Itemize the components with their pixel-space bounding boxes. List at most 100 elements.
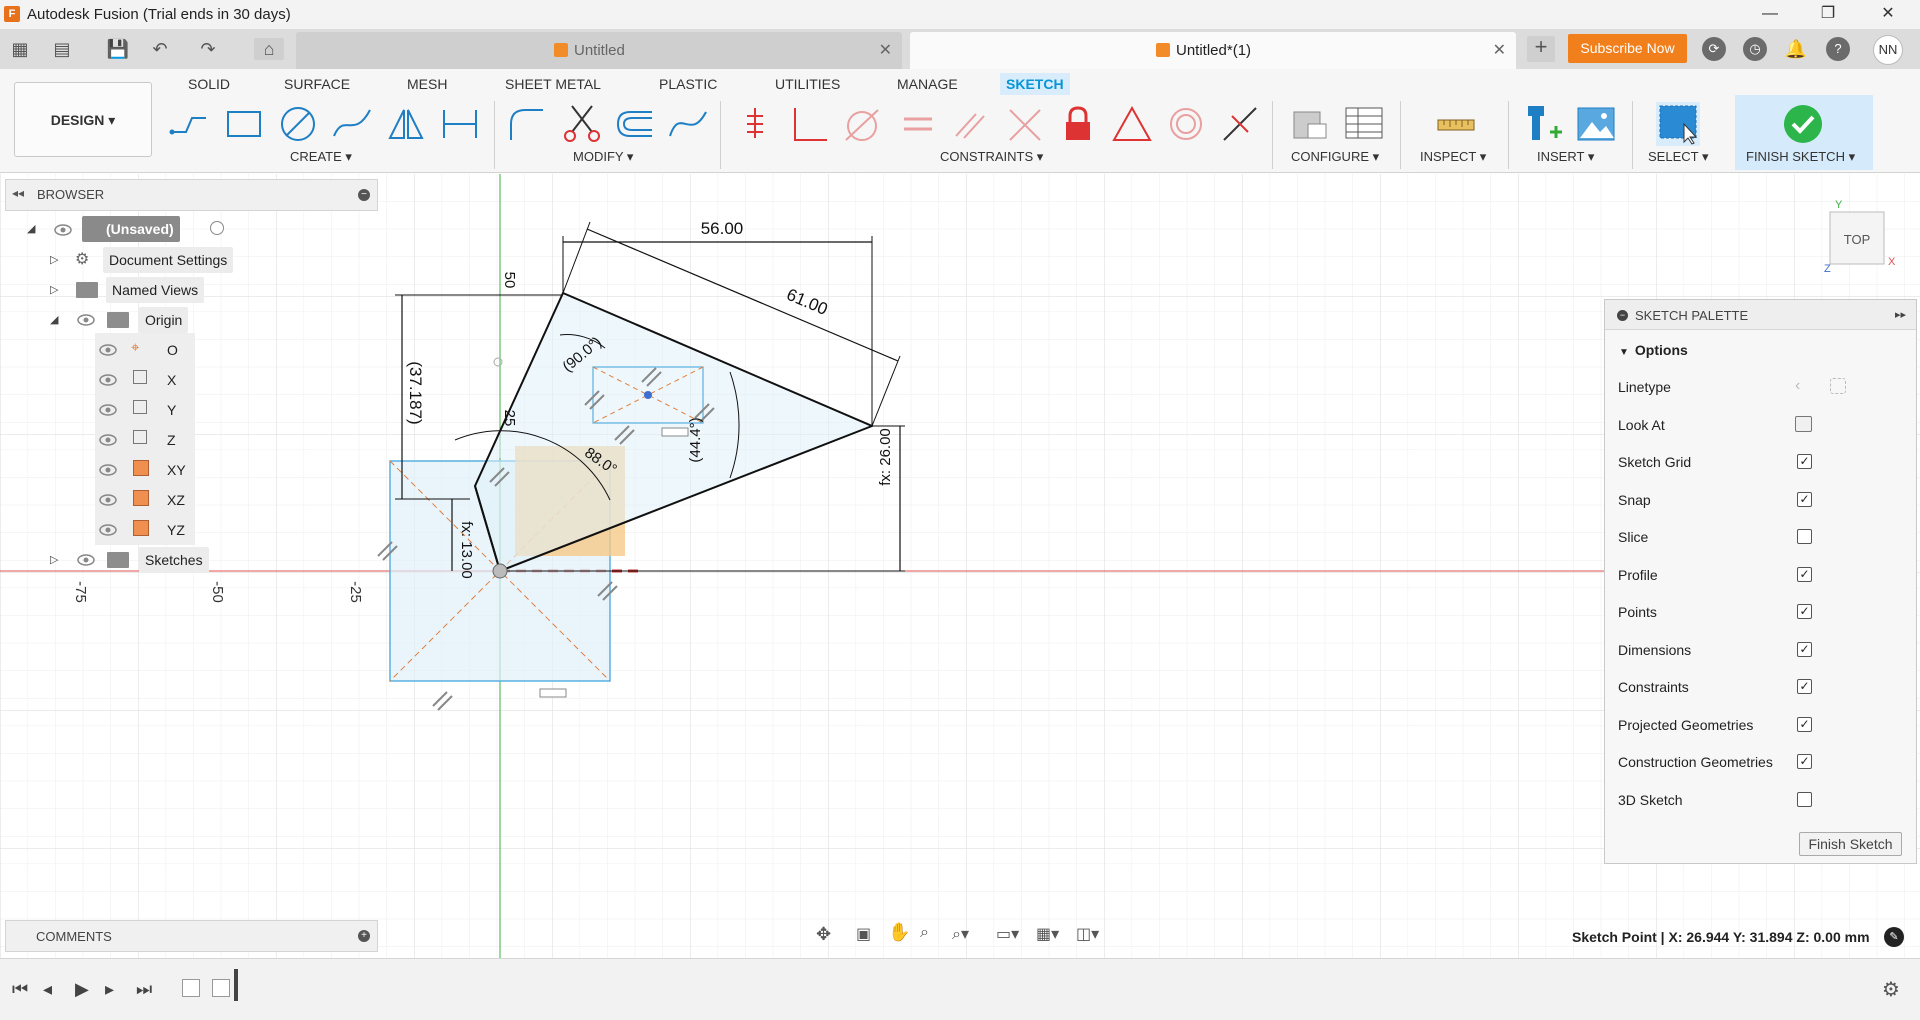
dim-56[interactable]: 56.00 [701, 219, 744, 238]
dim-37-187[interactable]: (37.187) [406, 361, 425, 424]
visibility-eye-icon[interactable] [77, 314, 95, 326]
workspace-switcher[interactable]: DESIGN ▾ [14, 82, 152, 157]
timeline-marker[interactable] [234, 969, 238, 1001]
spline-tool-icon[interactable] [330, 102, 374, 146]
measure-tool-icon[interactable] [1434, 102, 1478, 146]
radio-active-icon[interactable] [210, 221, 224, 235]
app-grid-icon[interactable]: ▦ [8, 38, 32, 60]
dim-fx-13[interactable]: fx: 13.00 [458, 521, 475, 579]
select-tool-icon[interactable] [1656, 102, 1700, 146]
concentric-constraint-icon[interactable] [1164, 102, 1208, 146]
options-section-header[interactable]: ▼ Options [1619, 338, 1909, 362]
step-forward-icon[interactable]: ▸ [105, 979, 114, 1000]
sketch-status-icon[interactable]: ✎ [1884, 927, 1904, 947]
timeline-sketch-feature-icon[interactable] [182, 979, 200, 997]
expand-toggle-icon[interactable]: ▷ [50, 283, 58, 296]
avatar[interactable]: NN [1873, 35, 1903, 65]
centerline-linetype-icon[interactable] [1830, 378, 1846, 394]
collapse-panel-icon[interactable]: ◂◂ [12, 186, 24, 200]
mirror-tool-icon[interactable] [384, 102, 428, 146]
coincident-constraint-icon[interactable] [1002, 102, 1046, 146]
tree-item-document-settings[interactable]: Document Settings [103, 247, 234, 273]
tab-untitled[interactable]: Untitled ✕ [296, 32, 902, 69]
visibility-eye-icon[interactable] [54, 224, 72, 236]
play-icon[interactable]: ▶ [75, 979, 89, 1000]
expand-toggle-icon[interactable]: ▷ [50, 553, 58, 566]
tab-plastic[interactable]: PLASTIC [653, 73, 723, 95]
inspect-group-label[interactable]: INSPECT ▾ [1420, 149, 1486, 165]
close-tab-icon[interactable]: ✕ [1493, 32, 1506, 69]
undo-icon[interactable]: ↶ [148, 38, 172, 60]
insert-group-label[interactable]: INSERT ▾ [1537, 149, 1594, 165]
go-to-end-icon[interactable]: ⏭ [136, 979, 152, 1000]
configure-group-label[interactable]: CONFIGURE ▾ [1291, 149, 1379, 165]
comments-panel[interactable]: COMMENTS + [5, 920, 378, 952]
tree-item-named-views[interactable]: Named Views [106, 277, 205, 303]
symmetry-constraint-icon[interactable] [1110, 102, 1154, 146]
configure-model-icon[interactable] [1288, 102, 1332, 146]
redo-icon[interactable]: ↷ [196, 38, 220, 60]
expand-toggle-icon[interactable]: ▷ [50, 253, 58, 266]
look-at-icon[interactable] [1795, 416, 1812, 432]
visibility-eye-icon[interactable] [77, 554, 95, 566]
expand-toggle-icon[interactable]: ◢ [50, 313, 58, 326]
notifications-icon[interactable]: 🔔 [1784, 37, 1808, 61]
viewports-icon[interactable]: ◫▾ [1076, 924, 1099, 944]
sketch-scale-tool-icon[interactable] [666, 102, 710, 146]
tree-item-origin[interactable]: Origin [139, 307, 189, 333]
trim-tool-icon[interactable] [560, 102, 604, 146]
go-to-start-icon[interactable]: ⏮ [12, 979, 28, 1000]
3d-sketch-checkbox[interactable] [1797, 792, 1812, 807]
minimize-panel-icon[interactable]: − [358, 189, 370, 201]
projected-geometries-checkbox[interactable]: ✓ [1797, 717, 1812, 732]
insert-derive-icon[interactable] [1522, 102, 1566, 146]
job-status-icon[interactable]: ◷ [1743, 37, 1767, 61]
home-icon[interactable]: ⌂ [254, 38, 284, 60]
tab-utilities[interactable]: UTILITIES [769, 73, 846, 95]
help-icon[interactable]: ? [1826, 37, 1850, 61]
parallel-constraint-icon[interactable] [948, 102, 992, 146]
tab-sketch[interactable]: SKETCH [1000, 73, 1070, 95]
midpoint-constraint-icon[interactable] [1218, 102, 1262, 146]
create-group-label[interactable]: CREATE ▾ [290, 149, 352, 165]
line-tool-icon[interactable] [168, 102, 212, 146]
tab-solid[interactable]: SOLID [182, 73, 236, 95]
tab-surface[interactable]: SURFACE [278, 73, 356, 95]
tab-sheet-metal[interactable]: SHEET METAL [499, 73, 607, 95]
circle-tool-icon[interactable] [276, 102, 320, 146]
minimize-palette-icon[interactable]: − [1617, 310, 1628, 321]
close-tab-icon[interactable]: ✕ [879, 32, 892, 69]
expand-toggle-icon[interactable]: ◢ [27, 222, 35, 235]
tab-manage[interactable]: MANAGE [891, 73, 964, 95]
timeline-settings-icon[interactable]: ⚙ [1882, 977, 1900, 1002]
save-icon[interactable]: 💾 [106, 38, 130, 60]
display-settings-icon[interactable]: ▭▾ [996, 924, 1019, 944]
fillet-tool-icon[interactable] [505, 102, 549, 146]
step-back-icon[interactable]: ◂ [43, 979, 52, 1000]
orbit-icon[interactable]: ✥ [816, 924, 831, 945]
subscribe-button[interactable]: Subscribe Now [1568, 34, 1687, 63]
tab-mesh[interactable]: MESH [401, 73, 453, 95]
slice-checkbox[interactable] [1797, 529, 1812, 544]
file-menu-icon[interactable]: ▤ [50, 38, 74, 60]
pan-icon[interactable]: ✋ [888, 922, 910, 943]
finish-sketch-label[interactable]: FINISH SKETCH ▾ [1746, 149, 1855, 165]
tab-untitled-1[interactable]: Untitled*(1) ✕ [910, 32, 1516, 69]
zoom-icon[interactable]: ⌕ [920, 924, 929, 942]
new-tab-icon[interactable]: + [1527, 36, 1555, 62]
palette-finish-sketch-button[interactable]: Finish Sketch [1799, 832, 1902, 856]
fix-constraint-icon[interactable] [733, 102, 777, 146]
select-group-label[interactable]: SELECT ▾ [1648, 149, 1708, 165]
sketch-grid-checkbox[interactable]: ✓ [1797, 454, 1812, 469]
insert-canvas-icon[interactable] [1574, 102, 1618, 146]
tangent-constraint-icon[interactable] [840, 102, 884, 146]
look-at-nav-icon[interactable]: ▣ [856, 924, 871, 944]
modify-group-label[interactable]: MODIFY ▾ [573, 149, 633, 165]
construction-geometries-checkbox[interactable]: ✓ [1797, 754, 1812, 769]
timeline-sketch-feature-icon[interactable] [212, 979, 230, 997]
grid-settings-icon[interactable]: ▦▾ [1036, 924, 1059, 944]
maximize-button[interactable]: ❐ [1808, 3, 1848, 25]
minimize-button[interactable]: — [1750, 3, 1790, 25]
close-window-button[interactable]: ✕ [1868, 3, 1908, 25]
offset-tool-icon[interactable] [612, 102, 656, 146]
